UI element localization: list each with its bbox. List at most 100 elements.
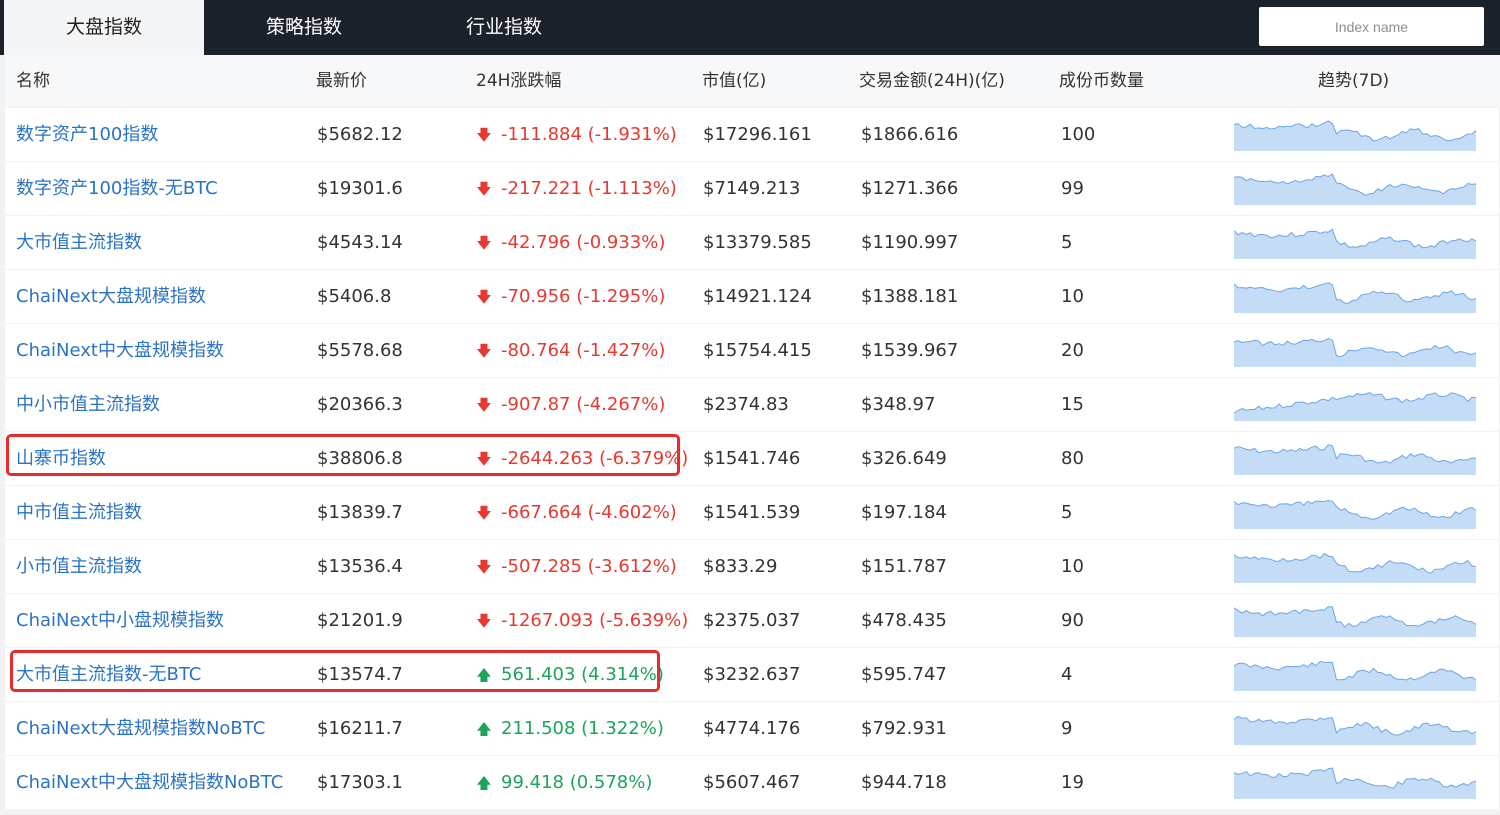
arrow-down-icon: 🡇 [476, 234, 492, 252]
change-cell: 🡅 99.418 (0.578%) [475, 756, 652, 809]
index-search-input[interactable] [1259, 7, 1484, 46]
price-cell: $4543.14 [317, 232, 403, 253]
index-name-link[interactable]: 数字资产100指数-无BTC [16, 162, 218, 215]
table-row[interactable]: 数字资产100指数-无BTC $19301.6 🡇 -217.221 (-1.113%… [5, 162, 1499, 215]
index-name-link[interactable]: ChaiNext大盘规模指数 [16, 270, 206, 323]
change-cell: 🡅 561.403 (4.314%) [475, 648, 664, 701]
arrow-down-icon: 🡇 [476, 126, 492, 144]
market-cap-cell: $7149.213 [703, 178, 801, 199]
trend-sparkline [1234, 444, 1476, 475]
sparkline-area [1234, 768, 1476, 799]
constituent-count-cell: 5 [1061, 232, 1073, 253]
header-name: 名称 [16, 71, 50, 91]
table-header: 名称 最新价 24H涨跌幅 市值(亿) 交易金额(24H)(亿) 成份币数量 趋… [5, 55, 1500, 107]
change-value: -80.764 (-1.427%) [501, 340, 666, 361]
change-cell: 🡇 -111.884 (-1.931%) [475, 108, 677, 161]
constituent-count-cell: 15 [1061, 394, 1084, 415]
index-name-link[interactable]: ChaiNext中大盘规模指数NoBTC [16, 756, 283, 809]
change-cell: 🡇 -667.664 (-4.602%) [475, 486, 677, 539]
market-cap-cell: $2374.83 [703, 394, 789, 415]
tab-market-index[interactable]: 大盘指数 [4, 0, 204, 55]
volume-cell: $792.931 [861, 718, 947, 739]
change-cell: 🡇 -2644.263 (-6.379%) [475, 432, 688, 485]
volume-cell: $1539.967 [861, 340, 959, 361]
table-row[interactable]: 小市值主流指数 $13536.4 🡇 -507.285 (-3.612%) $833.2… [5, 540, 1499, 593]
trend-sparkline [1234, 228, 1476, 259]
trend-sparkline [1234, 337, 1476, 367]
arrow-down-icon: 🡇 [476, 288, 492, 306]
index-name-link[interactable]: 数字资产100指数 [16, 108, 158, 161]
table-row[interactable]: ChaiNext中大盘规模指数 $5578.68 🡇 -80.764 (-1.427%… [5, 324, 1499, 377]
arrow-down-icon: 🡇 [476, 504, 492, 522]
table-row[interactable]: ChaiNext大盘规模指数NoBTC $16211.7 🡅 211.508 (1.3… [5, 702, 1499, 755]
table-row[interactable]: 大市值主流指数-无BTC $13574.7 🡅 561.403 (4.314%) $32… [5, 648, 1499, 701]
header-count: 成份币数量 [1059, 71, 1144, 91]
market-cap-cell: $2375.037 [703, 610, 801, 631]
arrow-up-icon: 🡅 [476, 666, 492, 684]
constituent-count-cell: 19 [1061, 772, 1084, 793]
trend-sparkline [1234, 660, 1476, 691]
price-cell: $17303.1 [317, 772, 403, 793]
header-change: 24H涨跌幅 [476, 71, 562, 91]
sparkline-area [1234, 282, 1476, 313]
volume-cell: $595.747 [861, 664, 947, 685]
constituent-count-cell: 10 [1061, 556, 1084, 577]
change-cell: 🡇 -507.285 (-3.612%) [475, 540, 677, 593]
change-cell: 🡇 -907.87 (-4.267%) [475, 378, 665, 431]
index-name-link[interactable]: ChaiNext中大盘规模指数 [16, 324, 224, 377]
volume-cell: $1271.366 [861, 178, 959, 199]
constituent-count-cell: 9 [1061, 718, 1073, 739]
market-cap-cell: $1541.539 [703, 502, 801, 523]
index-name-link[interactable]: 山寨币指数 [16, 432, 106, 485]
table-row[interactable]: 山寨币指数 $38806.8 🡇 -2644.263 (-6.379%) $1541.7… [5, 432, 1499, 485]
market-cap-cell: $3232.637 [703, 664, 801, 685]
trend-sparkline [1234, 392, 1476, 421]
price-cell: $21201.9 [317, 610, 403, 631]
table-row[interactable]: 中小市值主流指数 $20366.3 🡇 -907.87 (-4.267%) $2374.… [5, 378, 1499, 431]
header-market-cap: 市值(亿) [702, 71, 767, 91]
table-row[interactable]: 数字资产100指数 $5682.12 🡇 -111.884 (-1.931%) $172… [5, 108, 1499, 161]
index-name-link[interactable]: 小市值主流指数 [16, 540, 142, 593]
volume-cell: $197.184 [861, 502, 947, 523]
sparkline-area [1234, 229, 1476, 259]
arrow-down-icon: 🡇 [476, 396, 492, 414]
market-cap-cell: $5607.467 [703, 772, 801, 793]
index-name-link[interactable]: 中市值主流指数 [16, 486, 142, 539]
volume-cell: $348.97 [861, 394, 936, 415]
price-cell: $5682.12 [317, 124, 403, 145]
change-value: -507.285 (-3.612%) [501, 556, 677, 577]
index-name-link[interactable]: ChaiNext中小盘规模指数 [16, 594, 224, 647]
constituent-count-cell: 99 [1061, 178, 1084, 199]
index-name-link[interactable]: 大市值主流指数 [16, 216, 142, 269]
tab-strategy-index[interactable]: 策略指数 [204, 0, 404, 55]
header-volume: 交易金额(24H)(亿) [859, 71, 1005, 91]
index-table: 名称 最新价 24H涨跌幅 市值(亿) 交易金额(24H)(亿) 成份币数量 趋… [0, 55, 1500, 815]
price-cell: $16211.7 [317, 718, 403, 739]
volume-cell: $1866.616 [861, 124, 959, 145]
table-row[interactable]: 大市值主流指数 $4543.14 🡇 -42.796 (-0.933%) $13379.… [5, 216, 1499, 269]
price-cell: $5578.68 [317, 340, 403, 361]
constituent-count-cell: 10 [1061, 286, 1084, 307]
table-row[interactable]: ChaiNext中小盘规模指数 $21201.9 🡇 -1267.093 (-5.63… [5, 594, 1499, 647]
constituent-count-cell: 20 [1061, 340, 1084, 361]
price-cell: $19301.6 [317, 178, 403, 199]
trend-sparkline [1234, 552, 1476, 583]
trend-sparkline [1234, 282, 1476, 313]
change-value: -907.87 (-4.267%) [501, 394, 666, 415]
sparkline-area [1234, 661, 1476, 691]
constituent-count-cell: 90 [1061, 610, 1084, 631]
tab-industry-index[interactable]: 行业指数 [404, 0, 604, 55]
table-row[interactable]: ChaiNext中大盘规模指数NoBTC $17303.1 🡅 99.418 (0.5… [5, 756, 1499, 809]
arrow-down-icon: 🡇 [476, 342, 492, 360]
change-value: 99.418 (0.578%) [501, 772, 653, 793]
index-name-link[interactable]: 中小市值主流指数 [16, 378, 160, 431]
market-cap-cell: $833.29 [703, 556, 778, 577]
index-name-link[interactable]: 大市值主流指数-无BTC [16, 648, 201, 701]
table-row[interactable]: 中市值主流指数 $13839.7 🡇 -667.664 (-4.602%) $1541.… [5, 486, 1499, 539]
table-row[interactable]: ChaiNext大盘规模指数 $5406.8 🡇 -70.956 (-1.295%) $… [5, 270, 1499, 323]
arrow-down-icon: 🡇 [476, 558, 492, 576]
change-value: 211.508 (1.322%) [501, 718, 664, 739]
sparkline-area [1234, 500, 1476, 529]
change-value: -1267.093 (-5.639%) [501, 610, 689, 631]
index-name-link[interactable]: ChaiNext大盘规模指数NoBTC [16, 702, 265, 755]
